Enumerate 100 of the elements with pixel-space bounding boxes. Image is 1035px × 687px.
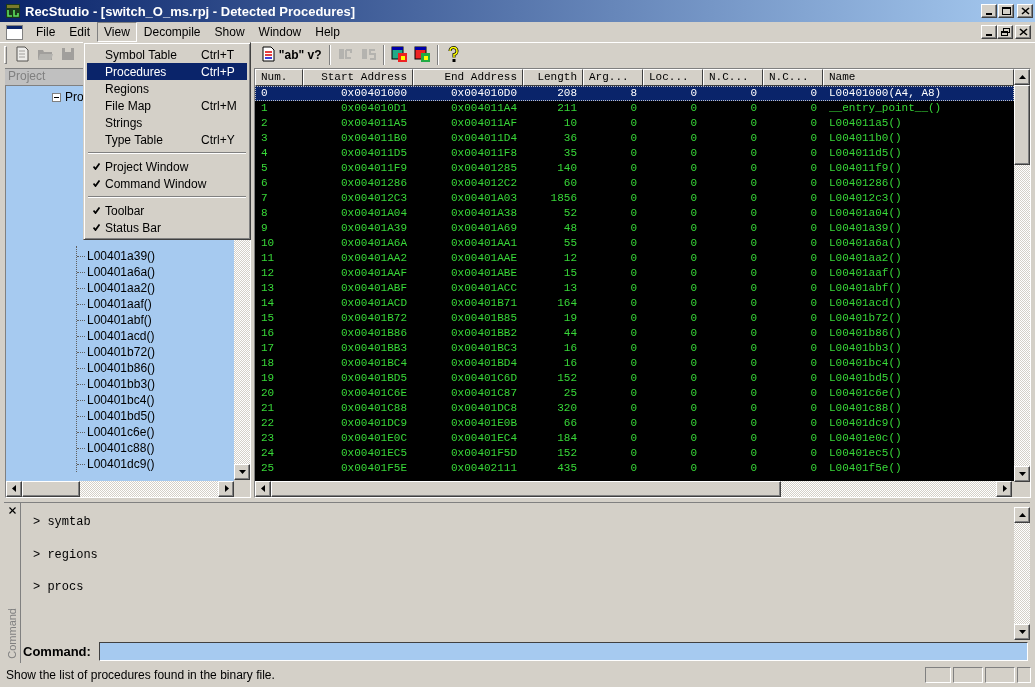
table-cell-text: 0x00401F5D <box>450 446 518 461</box>
table-row[interactable]: 25 0x00401F5E 0x00402111 435 0 0 0 0 L00401f5e() <box>255 461 1014 476</box>
vertical-scrollbar[interactable] <box>1014 69 1030 482</box>
tree-item[interactable]: L00401abf() <box>87 313 152 327</box>
scroll-thumb[interactable] <box>22 481 80 497</box>
menu-item[interactable]: View <box>97 22 137 42</box>
table-row[interactable]: 1 0x004010D1 0x004011A4 211 0 0 0 0 __entry_point__() <box>255 101 1014 116</box>
table-row[interactable]: 5 0x004011F9 0x00401285 140 0 0 0 0 L004011f9() <box>255 161 1014 176</box>
column-header[interactable]: End Address <box>413 69 523 86</box>
minimize-button[interactable] <box>981 4 997 18</box>
table-cell-text: 0x00401EC5 <box>340 446 408 461</box>
tree-item[interactable]: L00401c6e() <box>87 425 155 439</box>
column-header[interactable]: Start Address <box>303 69 413 86</box>
table-row[interactable]: 3 0x004011B0 0x004011D4 36 0 0 0 0 L004011b0() <box>255 131 1014 146</box>
table-row[interactable]: 19 0x00401BD5 0x00401C6D 152 0 0 0 0 L00401bd5() <box>255 371 1014 386</box>
table-row[interactable]: 18 0x00401BC4 0x00401BD4 16 0 0 0 0 L00401bc4() <box>255 356 1014 371</box>
table-row[interactable]: 17 0x00401BB3 0x00401BC3 16 0 0 0 0 L00401bb3() <box>255 341 1014 356</box>
tree-item[interactable]: L00401bd5() <box>87 409 156 423</box>
table-row[interactable]: 23 0x00401E0C 0x00401EC4 184 0 0 0 0 L00401e0c() <box>255 431 1014 446</box>
table-cell-text: 25 <box>260 461 276 476</box>
column-header[interactable]: Arg... <box>583 69 643 86</box>
close-button[interactable] <box>1015 25 1031 39</box>
table-cell-text: L00401bd5() <box>828 371 903 386</box>
menu-item[interactable]: Show <box>207 22 252 42</box>
menu-item[interactable]: Help <box>308 22 347 42</box>
scroll-thumb[interactable] <box>271 481 781 497</box>
minimize-button[interactable] <box>981 25 997 39</box>
tree-item[interactable]: L00401aaf() <box>87 297 152 311</box>
scroll-thumb[interactable] <box>1014 85 1030 165</box>
table-row[interactable]: 12 0x00401AAF 0x00401ABE 15 0 0 0 0 L00401aaf() <box>255 266 1014 281</box>
close-button[interactable] <box>1017 4 1033 18</box>
scroll-down-button[interactable] <box>234 464 250 480</box>
menu-item[interactable]: File <box>29 22 63 42</box>
tree-item[interactable]: L00401aa2() <box>87 281 156 295</box>
menu-item[interactable]: Decompile <box>136 22 208 42</box>
tree-item[interactable]: L00401a39() <box>87 249 156 263</box>
table-row[interactable]: 15 0x00401B72 0x00401B85 19 0 0 0 0 L00401b72() <box>255 311 1014 326</box>
tree-item[interactable]: L00401b86() <box>87 361 156 375</box>
table-row[interactable]: 24 0x00401EC5 0x00401F5D 152 0 0 0 0 L00401ec5() <box>255 446 1014 461</box>
tree-item[interactable]: L00401c88() <box>87 441 155 455</box>
horizontal-scrollbar[interactable] <box>6 481 234 497</box>
scroll-right-button[interactable] <box>218 481 234 497</box>
horizontal-scrollbar[interactable] <box>255 481 1012 497</box>
table-cell-text: 0 <box>809 161 818 176</box>
table-row[interactable]: 13 0x00401ABF 0x00401ACC 13 0 0 0 0 L00401abf() <box>255 281 1014 296</box>
column-header[interactable]: Num. <box>255 69 303 86</box>
scroll-left-button[interactable] <box>6 481 22 497</box>
table-row[interactable]: 2 0x004011A5 0x004011AF 10 0 0 0 0 L004011a5() <box>255 116 1014 131</box>
scroll-up-button[interactable] <box>1014 507 1030 523</box>
menu-option[interactable]: Symbol Table Ctrl+T <box>87 46 247 63</box>
column-header[interactable]: Name <box>823 69 1014 86</box>
table-cell-text: 0 <box>629 236 638 251</box>
table-row[interactable]: 14 0x00401ACD 0x00401B71 164 0 0 0 0 L00401acd() <box>255 296 1014 311</box>
column-header[interactable]: Loc... <box>643 69 703 86</box>
column-header[interactable]: N.C... <box>703 69 763 86</box>
toolbar-button[interactable]: "ab" <box>280 43 303 66</box>
table-row[interactable]: 11 0x00401AA2 0x00401AAE 12 0 0 0 0 L00401aa2() <box>255 251 1014 266</box>
scroll-down-button[interactable] <box>1014 624 1030 640</box>
scroll-right-button[interactable] <box>996 481 1012 497</box>
tree-item[interactable]: L00401bb3() <box>87 377 156 391</box>
table-row[interactable]: 21 0x00401C88 0x00401DC8 320 0 0 0 0 L00401c88() <box>255 401 1014 416</box>
table-row[interactable]: 22 0x00401DC9 0x00401E0B 66 0 0 0 0 L00401dc9() <box>255 416 1014 431</box>
tree-item[interactable]: L00401dc9() <box>87 457 155 471</box>
command-input[interactable] <box>99 641 1028 661</box>
collapse-icon[interactable] <box>52 92 61 102</box>
vertical-scrollbar[interactable] <box>1014 507 1030 640</box>
scroll-down-button[interactable] <box>1014 466 1030 482</box>
menu-option[interactable]: Procedures Ctrl+P <box>87 63 247 80</box>
scroll-up-button[interactable] <box>1014 69 1030 85</box>
right-arrow-icon <box>1000 485 1008 493</box>
tree-item[interactable]: L00401acd() <box>87 329 155 343</box>
table-row[interactable]: 6 0x00401286 0x004012C2 60 0 0 0 0 L00401286() <box>255 176 1014 191</box>
toolbar-button[interactable]: v? <box>303 43 326 66</box>
table-cell-text: 0x00401BB2 <box>450 326 518 341</box>
table-cell-text: 0 <box>629 221 638 236</box>
table-row[interactable]: 9 0x00401A39 0x00401A69 48 0 0 0 0 L00401a39() <box>255 221 1014 236</box>
tree-item[interactable]: L00401b72() <box>87 345 156 359</box>
document-window-icon[interactable] <box>6 24 23 40</box>
close-icon[interactable] <box>8 507 16 514</box>
tree-item[interactable]: Pro <box>65 90 84 104</box>
maximize-button[interactable] <box>998 4 1014 18</box>
table-cell-text: 0 <box>689 206 698 221</box>
restore-button[interactable] <box>997 25 1013 39</box>
table-row[interactable]: 8 0x00401A04 0x00401A38 52 0 0 0 0 L00401a04() <box>255 206 1014 221</box>
table-row[interactable]: 20 0x00401C6E 0x00401C87 25 0 0 0 0 L00401c6e() <box>255 386 1014 401</box>
tree-item[interactable]: L00401bc4() <box>87 393 155 407</box>
tree-item[interactable]: L00401a6a() <box>87 265 156 279</box>
table-cell-text: 0x004012C3 <box>340 191 408 206</box>
menu-item[interactable]: Window <box>251 22 309 42</box>
table-cell-text: 44 <box>562 326 578 341</box>
table-row[interactable]: 16 0x00401B86 0x00401BB2 44 0 0 0 0 L00401b86() <box>255 326 1014 341</box>
menu-item[interactable]: Edit <box>62 22 98 42</box>
table-row[interactable]: 10 0x00401A6A 0x00401AA1 55 0 0 0 0 L00401a6a() <box>255 236 1014 251</box>
table-cell-text: L00401a6a() <box>828 236 903 251</box>
column-header[interactable]: Length <box>523 69 583 86</box>
column-header[interactable]: N.C... <box>763 69 823 86</box>
table-row[interactable]: 4 0x004011D5 0x004011F8 35 0 0 0 0 L004011d5() <box>255 146 1014 161</box>
table-row[interactable]: 0 0x00401000 0x004010D0 208 8 0 0 0 L00401000(A4, A8) <box>255 86 1014 101</box>
scroll-left-button[interactable] <box>255 481 271 497</box>
table-row[interactable]: 7 0x004012C3 0x00401A03 1856 0 0 0 0 L004012c3() <box>255 191 1014 206</box>
